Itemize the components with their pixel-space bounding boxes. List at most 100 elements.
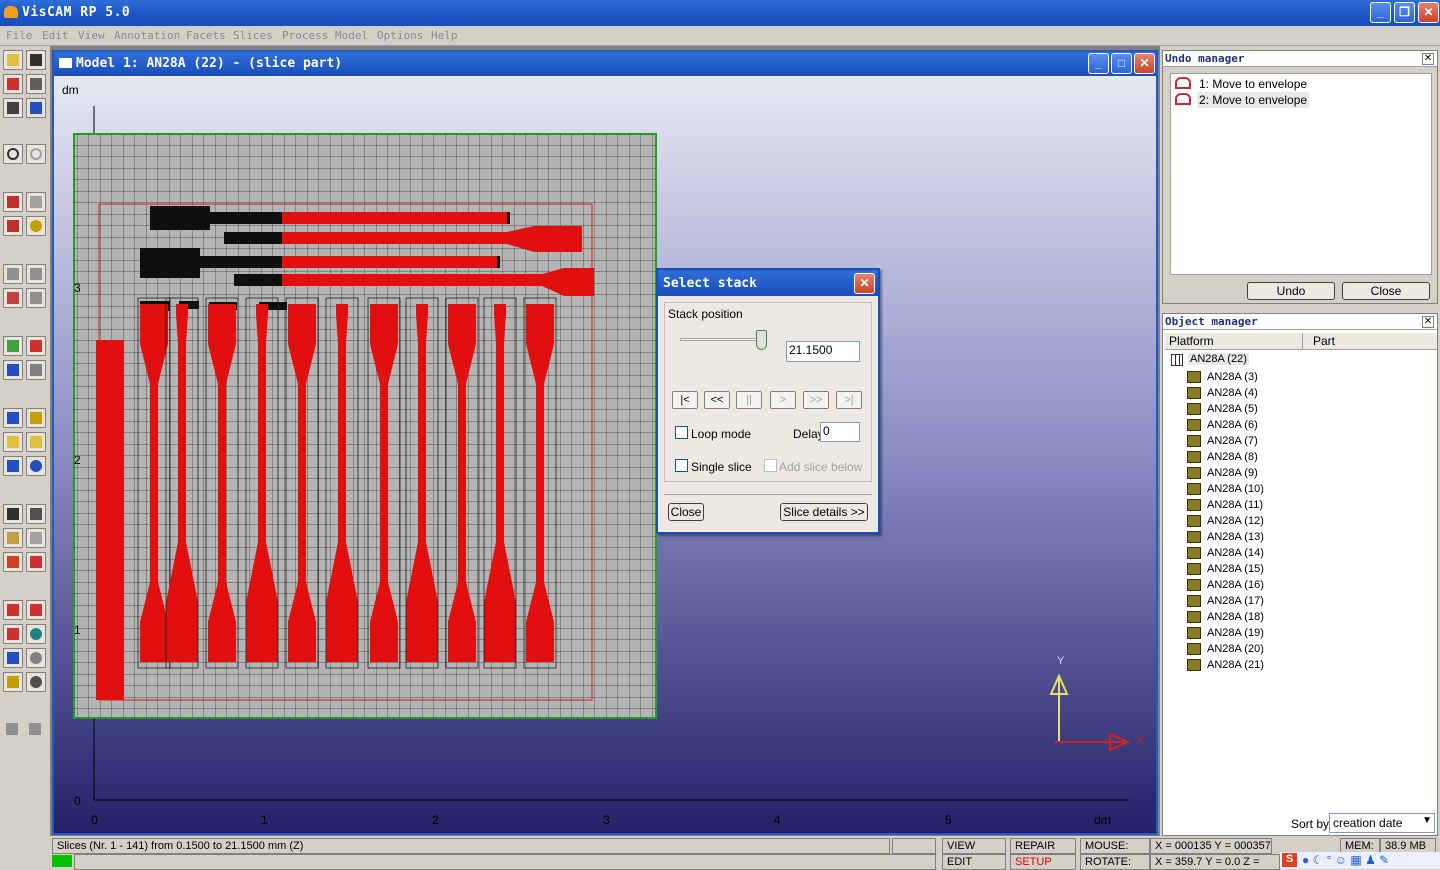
tree-part-item[interactable]: AN28A (8)	[1207, 450, 1258, 464]
menu-process[interactable]: Process	[282, 29, 328, 42]
column-part[interactable]: Part	[1313, 334, 1335, 348]
menu-edit[interactable]: Edit	[42, 29, 69, 42]
stack-position-input[interactable]: 21.1500	[786, 341, 860, 362]
menu-help[interactable]: Help	[431, 29, 458, 42]
menu-slices[interactable]: Slices	[233, 29, 273, 42]
hatch-button[interactable]	[26, 432, 46, 452]
globe-button[interactable]	[26, 624, 46, 644]
lasso-button[interactable]	[3, 672, 23, 692]
pan-button[interactable]	[3, 648, 23, 668]
grid-button-1[interactable]	[3, 288, 23, 308]
open-button[interactable]	[3, 50, 23, 70]
viewport-svg[interactable]: dm 3 2 1 0 0 1 2 3 4 5 dm Y X	[54, 76, 1156, 833]
add-slice-below-checkbox[interactable]	[764, 459, 777, 472]
back-button[interactable]	[3, 720, 23, 740]
layer-button[interactable]	[3, 552, 23, 572]
platform-button[interactable]	[3, 192, 23, 212]
tree-part-item[interactable]: AN28A (9)	[1207, 466, 1258, 480]
tree-part-item[interactable]: AN28A (13)	[1207, 530, 1264, 544]
menu-view[interactable]: View	[78, 29, 105, 42]
undo-button[interactable]	[3, 144, 23, 164]
grid-button-2[interactable]	[26, 288, 46, 308]
tree-part-item[interactable]: AN28A (16)	[1207, 578, 1264, 592]
menu-model[interactable]: Model	[335, 29, 368, 42]
menu-annotation[interactable]: Annotation	[114, 29, 180, 42]
export-button[interactable]	[26, 98, 46, 118]
tree-part-item[interactable]: AN28A (17)	[1207, 594, 1264, 608]
support-button[interactable]	[26, 192, 46, 212]
ruler-button[interactable]	[3, 504, 23, 524]
column-platform[interactable]: Platform	[1169, 334, 1214, 348]
move-button[interactable]	[3, 360, 23, 380]
list-button-1[interactable]	[3, 264, 23, 284]
forward-button[interactable]	[26, 720, 46, 740]
tree-part-item[interactable]: AN28A (3)	[1207, 370, 1258, 384]
layout-button[interactable]	[3, 408, 23, 428]
object-manager-close-icon[interactable]: ✕	[1422, 316, 1434, 328]
minimize-button[interactable]: _	[1370, 2, 1391, 23]
redo-button[interactable]	[26, 144, 46, 164]
first-slice-button[interactable]: |<	[672, 391, 698, 409]
zoom-button[interactable]	[26, 672, 46, 692]
view-mode[interactable]: VIEW	[942, 838, 1006, 854]
restore-button[interactable]: ❐	[1394, 2, 1415, 23]
delay-time-input[interactable]: 0	[820, 422, 860, 442]
undo-item[interactable]: 1: Move to envelope	[1199, 77, 1307, 91]
orbit-button[interactable]	[26, 648, 46, 668]
model-minimize-button[interactable]: _	[1088, 53, 1109, 74]
repair-mode[interactable]: REPAIR	[1010, 838, 1076, 854]
print-button[interactable]	[3, 98, 23, 118]
tree-part-item[interactable]: AN28A (11)	[1207, 498, 1263, 512]
tree-part-item[interactable]: AN28A (20)	[1207, 642, 1264, 656]
cross-hatch-button[interactable]	[26, 528, 46, 548]
undo-item-current[interactable]: 2: Move to envelope	[1197, 92, 1310, 108]
tree-part-item[interactable]: AN28A (6)	[1207, 418, 1258, 432]
save-button[interactable]	[26, 50, 46, 70]
stack-slider-thumb[interactable]	[756, 330, 767, 350]
model-maximize-button[interactable]: □	[1111, 53, 1132, 74]
tree-part-item[interactable]: AN28A (12)	[1207, 514, 1264, 528]
last-slice-button[interactable]: >|	[836, 391, 862, 409]
play-button[interactable]: >	[770, 391, 796, 409]
viewport[interactable]: dm 3 2 1 0 0 1 2 3 4 5 dm Y X	[54, 76, 1156, 833]
sort-by-select[interactable]: creation date ▼	[1329, 813, 1435, 833]
cube-button[interactable]	[3, 336, 23, 356]
cancel-layer-button[interactable]	[26, 552, 46, 572]
tree-root[interactable]: AN28A (22)	[1188, 353, 1249, 365]
tree-part-item[interactable]: AN28A (18)	[1207, 610, 1264, 624]
edit-mode[interactable]: EDIT	[942, 854, 1006, 870]
rotate-button[interactable]	[26, 456, 46, 476]
single-slice-checkbox[interactable]	[675, 459, 688, 472]
tree-part-item[interactable]: AN28A (15)	[1207, 562, 1264, 576]
undo-button-panel[interactable]: Undo	[1247, 282, 1335, 300]
delete-button[interactable]	[26, 336, 46, 356]
zoom-fit-button[interactable]	[3, 600, 23, 620]
settings-button[interactable]	[26, 408, 46, 428]
probe-button[interactable]	[26, 504, 46, 524]
tree-part-item[interactable]: AN28A (5)	[1207, 402, 1258, 416]
copy-button[interactable]	[26, 74, 46, 94]
close-app-button[interactable]: ✕	[1418, 2, 1439, 23]
tree-part-item[interactable]: AN28A (10)	[1207, 482, 1264, 496]
undo-close-button[interactable]: Close	[1342, 282, 1430, 300]
rewind-button[interactable]: <<	[704, 391, 730, 409]
close-model-button[interactable]	[3, 74, 23, 94]
tree-part-item[interactable]: AN28A (21)	[1207, 658, 1264, 672]
fast-forward-button[interactable]: >>	[803, 391, 829, 409]
menu-file[interactable]: File	[6, 29, 33, 42]
slice-button[interactable]	[3, 216, 23, 236]
hatch-fill-button[interactable]	[3, 528, 23, 548]
select-stack-close-x[interactable]: ✕	[854, 273, 875, 294]
setup-mode[interactable]: SETUP	[1010, 854, 1076, 870]
tree-part-item[interactable]: AN28A (19)	[1207, 626, 1264, 640]
select-stack-close-button[interactable]: Close	[668, 503, 704, 521]
chart-button[interactable]	[3, 432, 23, 452]
tree-part-item[interactable]: AN28A (14)	[1207, 546, 1264, 560]
list-button-2[interactable]	[26, 264, 46, 284]
model-close-button[interactable]: ✕	[1134, 53, 1155, 74]
measure-button[interactable]	[26, 360, 46, 380]
stack-slider-track[interactable]	[680, 338, 762, 341]
menu-options[interactable]: Options	[377, 29, 423, 42]
ime-tools-icon[interactable]: ● ☾ ° ☺ ▦ ♟ ✎	[1302, 853, 1389, 867]
gear-button[interactable]	[26, 216, 46, 236]
